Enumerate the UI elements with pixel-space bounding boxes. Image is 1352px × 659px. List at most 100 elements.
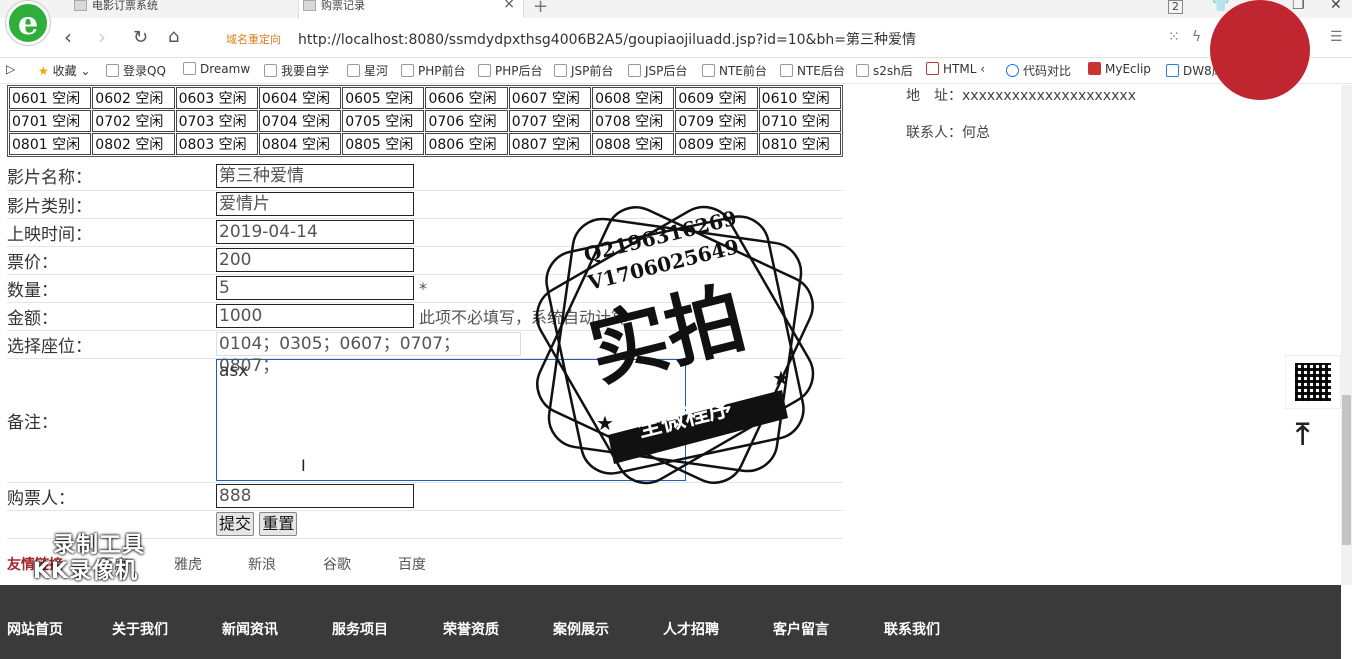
- seat-cell[interactable]: 0810 空闲: [758, 133, 841, 155]
- reset-button[interactable]: 重置: [259, 512, 298, 536]
- seat-cell[interactable]: 0805 空闲: [342, 133, 425, 155]
- friend-link-yahoo[interactable]: 雅虎: [174, 554, 202, 574]
- footer-jobs-link[interactable]: 人才招聘: [663, 619, 719, 639]
- seat-cell[interactable]: 0708 空闲: [592, 110, 675, 132]
- seat-cell[interactable]: 0808 空闲: [592, 133, 675, 155]
- seat-cell[interactable]: 0701 空闲: [9, 110, 92, 132]
- footer-contact-link[interactable]: 联系我们: [884, 619, 940, 639]
- seat-cell[interactable]: 0607 空闲: [508, 87, 592, 109]
- seat-cell[interactable]: 0809 空闲: [675, 133, 758, 155]
- window-close-icon[interactable]: ✕: [1330, 0, 1342, 13]
- seat-cell[interactable]: 0605 空闲: [342, 87, 425, 109]
- seat-cell[interactable]: 0606 空闲: [425, 87, 508, 109]
- bookmark-self-study[interactable]: 我要自学: [264, 62, 329, 79]
- seat-input[interactable]: 0104；0305；0607；0707；0807；: [216, 332, 521, 376]
- site-icon: [264, 64, 277, 77]
- address-bar[interactable]: http://localhost:8080/ssmdydpxthsg4006B2…: [298, 29, 916, 49]
- seat-cell[interactable]: 0608 空闲: [592, 87, 675, 109]
- seat-cell[interactable]: 0610 空闲: [758, 87, 841, 109]
- footer-home-link[interactable]: 网站首页: [7, 619, 63, 639]
- home-icon[interactable]: ⌂: [168, 26, 179, 47]
- site-icon: [856, 64, 869, 77]
- lightning-icon[interactable]: ϟ: [1192, 29, 1201, 45]
- seat-cell[interactable]: 0604 空闲: [258, 87, 342, 109]
- bookmark-myeclipse[interactable]: MyEclip: [1088, 62, 1151, 76]
- scrollbar[interactable]: [1341, 85, 1352, 585]
- friend-link-google[interactable]: 谷歌: [323, 554, 351, 574]
- close-tab-icon[interactable]: ×: [503, 0, 515, 11]
- footer-services-link[interactable]: 服务项目: [332, 619, 388, 639]
- category-input[interactable]: 爱情片: [216, 192, 414, 216]
- bookmark-xinghe[interactable]: 星河: [347, 62, 388, 79]
- remark-textarea[interactable]: asx: [216, 359, 686, 481]
- seat-cell[interactable]: 0702 空闲: [92, 110, 175, 132]
- bookmark-html[interactable]: HTML ‹: [926, 62, 985, 76]
- new-tab-icon[interactable]: +: [533, 0, 548, 17]
- restore-icon[interactable]: ❐: [1292, 0, 1305, 13]
- seat-cell[interactable]: 0804 空闲: [258, 133, 342, 155]
- grid-apps-icon[interactable]: ⁙: [1168, 29, 1180, 45]
- footer-honors-link[interactable]: 荣誉资质: [443, 619, 499, 639]
- back-to-top-icon[interactable]: ⤒: [1296, 417, 1309, 452]
- scrollbar-thumb[interactable]: [1342, 395, 1351, 545]
- globe-icon: [106, 64, 119, 77]
- compare-icon: [1006, 64, 1019, 77]
- bookmark-code-compare[interactable]: 代码对比: [1006, 62, 1071, 79]
- movie-name-input[interactable]: 第三种爱情: [216, 163, 414, 188]
- menu-icon[interactable]: ☰: [1330, 29, 1343, 45]
- amount-label: 金额：: [7, 302, 216, 331]
- footer-messages-link[interactable]: 客户留言: [773, 619, 829, 639]
- seat-cell[interactable]: 0602 空闲: [92, 87, 175, 109]
- seat-cell[interactable]: 0704 空闲: [258, 110, 342, 132]
- buyer-input[interactable]: 888: [216, 484, 414, 508]
- bookmarks-toggle-icon[interactable]: ▷: [6, 62, 15, 76]
- tab-count-badge[interactable]: 2: [1168, 0, 1183, 14]
- amount-input[interactable]: 1000: [216, 304, 414, 328]
- tab-purchase-record[interactable]: 购票记录 ×: [298, 0, 524, 18]
- forward-icon[interactable]: ›: [98, 25, 106, 49]
- bookmark-jsp-back[interactable]: JSP后台: [628, 62, 687, 79]
- qr-code[interactable]: [1285, 355, 1341, 409]
- seat-cell[interactable]: 0807 空闲: [508, 133, 592, 155]
- back-icon[interactable]: ‹: [64, 25, 72, 49]
- seat-cell[interactable]: 0703 空闲: [175, 110, 258, 132]
- address-text: 地 址：xxxxxxxxxxxxxxxxxxxxx: [906, 88, 1136, 104]
- refresh-icon[interactable]: ↻: [133, 27, 148, 48]
- bookmark-nte-back[interactable]: NTE后台: [780, 62, 845, 79]
- qty-input[interactable]: 5: [216, 276, 414, 300]
- friend-link-baidu-2[interactable]: 百度: [398, 554, 426, 574]
- seat-cell[interactable]: 0601 空闲: [9, 87, 92, 109]
- seat-map-table: 0601 空闲 0602 空闲 0603 空闲 0604 空闲 0605 空闲 0606 …: [7, 85, 843, 157]
- movie-name-label: 影片名称：: [7, 162, 216, 191]
- bookmark-s2sh[interactable]: s2sh后: [856, 62, 913, 79]
- price-input[interactable]: 200: [216, 248, 414, 272]
- bookmark-nte-front[interactable]: NTE前台: [702, 62, 767, 79]
- submit-button[interactable]: 提交: [216, 512, 255, 536]
- qr-code-icon: [1295, 363, 1331, 401]
- seat-cell[interactable]: 0707 空闲: [508, 110, 592, 132]
- seat-cell[interactable]: 0806 空闲: [425, 133, 508, 155]
- seat-cell[interactable]: 0801 空闲: [9, 133, 92, 155]
- friend-link-sina[interactable]: 新浪: [248, 554, 276, 574]
- seat-cell[interactable]: 0709 空闲: [675, 110, 758, 132]
- seat-cell[interactable]: 0710 空闲: [758, 110, 841, 132]
- seat-cell[interactable]: 0603 空闲: [175, 87, 258, 109]
- seat-cell[interactable]: 0802 空闲: [92, 133, 175, 155]
- footer-news-link[interactable]: 新闻资讯: [222, 619, 278, 639]
- seat-cell[interactable]: 0609 空闲: [675, 87, 758, 109]
- seat-cell[interactable]: 0706 空闲: [425, 110, 508, 132]
- bookmark-favorites[interactable]: ★ 收藏 ⌄: [38, 62, 90, 79]
- seat-cell[interactable]: 0705 空闲: [342, 110, 425, 132]
- footer-cases-link[interactable]: 案例展示: [553, 619, 609, 639]
- release-date-input[interactable]: 2019-04-14: [216, 220, 414, 244]
- seat-cell[interactable]: 0803 空闲: [175, 133, 258, 155]
- tab-movie-system[interactable]: 电影订票系统: [70, 0, 292, 18]
- bookmark-jsp-front[interactable]: JSP前台: [554, 62, 613, 79]
- bookmark-qq[interactable]: 登录QQ: [106, 62, 166, 79]
- page-icon: [780, 64, 793, 77]
- footer-about-link[interactable]: 关于我们: [112, 619, 168, 639]
- bookmark-php-front[interactable]: PHP前台: [401, 62, 466, 79]
- bookmark-php-back[interactable]: PHP后台: [478, 62, 543, 79]
- friend-links: 友情链接 百度 雅虎 新浪 谷歌 百度: [0, 554, 1341, 588]
- bookmark-dreamweaver[interactable]: Dreamw: [183, 62, 250, 76]
